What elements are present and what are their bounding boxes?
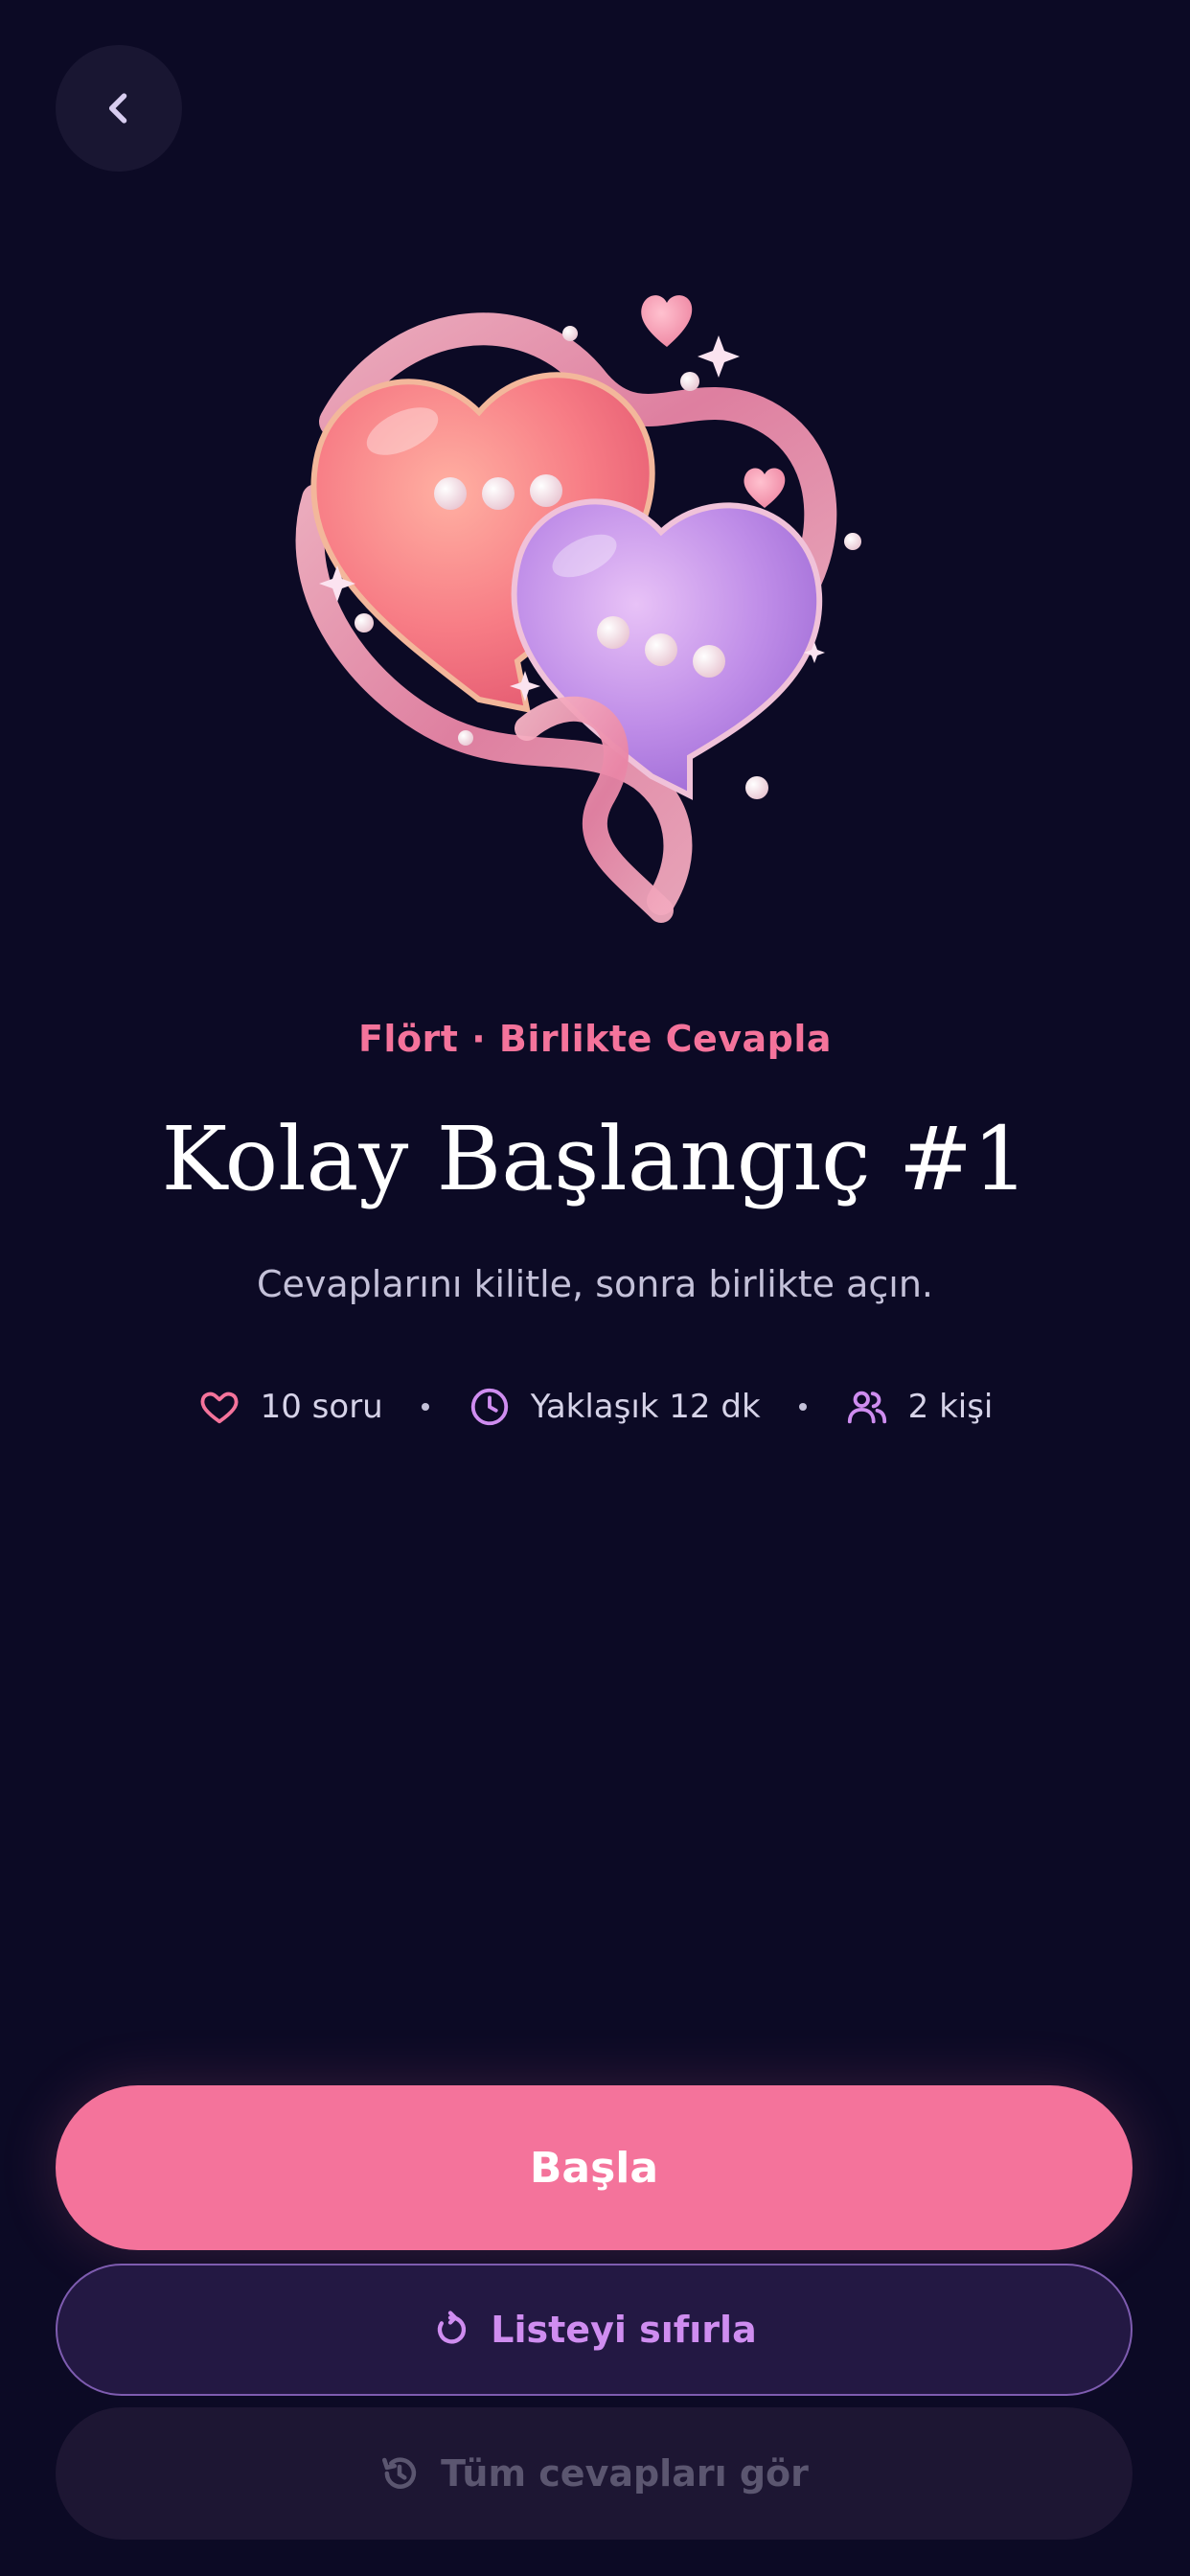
meta-people-text: 2 kişi xyxy=(907,1388,994,1426)
quiz-category: Flört · Birlikte Cevapla xyxy=(357,1018,833,1060)
quiz-subtitle: Cevaplarını kilitle, sonra birlikte açın… xyxy=(256,1263,934,1305)
page-title: Kolay Başlangıç #1 xyxy=(161,1108,1029,1210)
users-icon xyxy=(847,1391,886,1424)
reset-list-button[interactable]: Listeyi sıfırla xyxy=(56,2264,1133,2396)
quiz-meta: 10 soru Yaklaşık 12 dk 2 kişi xyxy=(0,1385,1190,1429)
hero-illustration xyxy=(295,295,861,923)
meta-people: 2 kişi xyxy=(845,1385,994,1429)
meta-questions-text: 10 soru xyxy=(260,1388,383,1426)
quiz-intro-screen: Flört · Birlikte Cevapla Kolay Başlangıç… xyxy=(0,0,1190,2576)
meta-questions: 10 soru xyxy=(197,1385,383,1429)
meta-separator xyxy=(421,1403,429,1411)
meta-duration: Yaklaşık 12 dk xyxy=(468,1385,761,1429)
all-answers-button-label: Tüm cevapları gör xyxy=(441,2452,809,2495)
reset-list-button-label: Listeyi sıfırla xyxy=(491,2309,757,2351)
refresh-icon xyxy=(438,2311,467,2344)
meta-duration-text: Yaklaşık 12 dk xyxy=(530,1388,761,1426)
all-answers-button[interactable]: Tüm cevapları gör xyxy=(56,2407,1133,2540)
chevron-left-icon xyxy=(108,93,127,124)
heart-icon xyxy=(200,1392,239,1424)
back-button[interactable] xyxy=(56,45,182,172)
clock-icon xyxy=(470,1388,508,1426)
start-button-label: Başla xyxy=(529,2143,659,2193)
meta-separator xyxy=(798,1403,807,1411)
start-button[interactable]: Başla xyxy=(56,2085,1133,2250)
history-icon xyxy=(382,2457,417,2489)
